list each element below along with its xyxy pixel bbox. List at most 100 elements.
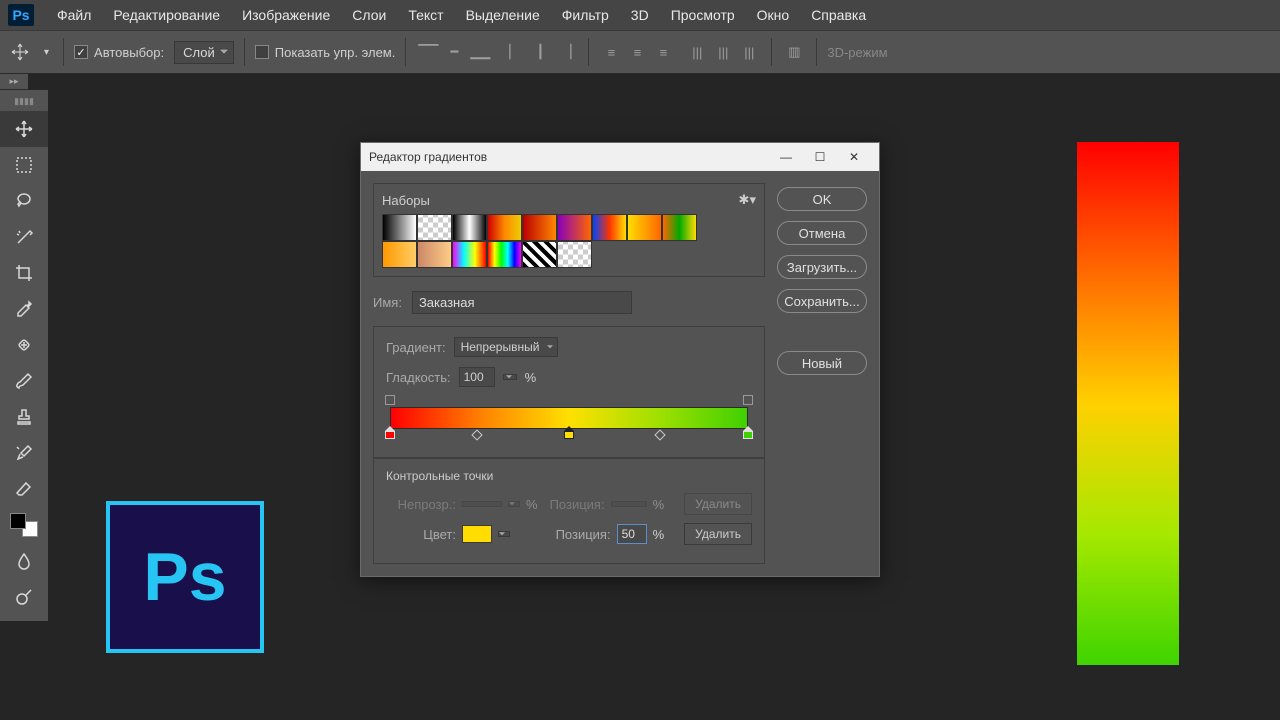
show-controls-checkbox[interactable]: Показать упр. элем. bbox=[255, 45, 396, 60]
smoothness-dropdown[interactable] bbox=[503, 374, 517, 380]
blur-tool[interactable] bbox=[0, 543, 48, 579]
mode-3d-label[interactable]: 3D-режим bbox=[827, 45, 887, 60]
opacity-input bbox=[462, 501, 502, 507]
fg-bg-swatch[interactable] bbox=[0, 507, 48, 543]
distribute-top-icon[interactable]: ≡ bbox=[599, 41, 623, 63]
marquee-tool[interactable] bbox=[0, 147, 48, 183]
menu-filter[interactable]: Фильтр bbox=[551, 1, 620, 29]
midpoint-1[interactable] bbox=[655, 429, 666, 440]
preset-swatch-4[interactable] bbox=[522, 214, 557, 241]
presets-menu-icon[interactable]: ✱▾ bbox=[739, 192, 756, 208]
expand-panels[interactable]: ▸▸ bbox=[0, 74, 28, 90]
crop-tool[interactable] bbox=[0, 255, 48, 291]
align-vcenter-icon[interactable]: ━ bbox=[442, 41, 466, 63]
opacity-position-input bbox=[611, 501, 647, 507]
tool-preset-dropdown[interactable]: ▾ bbox=[40, 47, 53, 58]
menu-image[interactable]: Изображение bbox=[231, 1, 341, 29]
distribute-hcenter-icon[interactable]: ||| bbox=[711, 41, 735, 63]
preset-swatch-0[interactable] bbox=[382, 214, 417, 241]
menu-edit[interactable]: Редактирование bbox=[102, 1, 231, 29]
menu-select[interactable]: Выделение bbox=[455, 1, 551, 29]
minimize-button[interactable]: — bbox=[769, 143, 803, 171]
close-button[interactable]: ✕ bbox=[837, 143, 871, 171]
align-right-icon[interactable]: ▕ bbox=[554, 41, 578, 63]
cancel-button[interactable]: Отмена bbox=[777, 221, 867, 245]
dodge-tool[interactable] bbox=[0, 579, 48, 615]
stamp-tool[interactable] bbox=[0, 399, 48, 435]
gradient-bar[interactable] bbox=[386, 397, 752, 447]
menu-3d[interactable]: 3D bbox=[620, 1, 660, 29]
opacity-stop-end[interactable] bbox=[743, 395, 753, 405]
preset-swatch-5[interactable] bbox=[557, 214, 592, 241]
gradient-editor-dialog: Редактор градиентов — ☐ ✕ Наборы ✱▾ Имя:… bbox=[360, 142, 880, 577]
preset-swatch-1[interactable] bbox=[417, 214, 452, 241]
color-dropdown[interactable] bbox=[498, 531, 510, 537]
distribute-left-icon[interactable]: ||| bbox=[685, 41, 709, 63]
preset-swatch-11[interactable] bbox=[452, 241, 487, 268]
opacity-stop-start[interactable] bbox=[385, 395, 395, 405]
color-stop-2[interactable] bbox=[743, 431, 753, 443]
align-bottom-icon[interactable]: ▁▁ bbox=[468, 41, 492, 63]
preset-swatch-9[interactable] bbox=[382, 241, 417, 268]
color-swatch[interactable] bbox=[462, 525, 492, 543]
lasso-tool[interactable] bbox=[0, 183, 48, 219]
menu-view[interactable]: Просмотр bbox=[660, 1, 746, 29]
distribute-group-2: ||| ||| ||| bbox=[685, 41, 761, 63]
move-icon bbox=[10, 42, 30, 62]
save-button[interactable]: Сохранить... bbox=[777, 289, 867, 313]
preset-swatch-8[interactable] bbox=[662, 214, 697, 241]
preset-swatches bbox=[382, 214, 697, 268]
distribute-bottom-icon[interactable]: ≡ bbox=[651, 41, 675, 63]
name-label: Имя: bbox=[373, 295, 402, 310]
preset-swatch-3[interactable] bbox=[487, 214, 522, 241]
menubar: Ps Файл Редактирование Изображение Слои … bbox=[0, 0, 1280, 30]
auto-align-icon[interactable]: ▥ bbox=[782, 41, 806, 63]
load-button[interactable]: Загрузить... bbox=[777, 255, 867, 279]
preset-swatch-12[interactable] bbox=[487, 241, 522, 268]
distribute-vcenter-icon[interactable]: ≡ bbox=[625, 41, 649, 63]
maximize-button[interactable]: ☐ bbox=[803, 143, 837, 171]
preset-swatch-14[interactable] bbox=[557, 241, 592, 268]
menu-window[interactable]: Окно bbox=[746, 1, 801, 29]
presets-label: Наборы bbox=[382, 193, 430, 208]
gradient-type-label: Градиент: bbox=[386, 340, 446, 355]
gradient-type-select[interactable]: Непрерывный bbox=[454, 337, 559, 357]
midpoint-0[interactable] bbox=[472, 429, 483, 440]
preset-swatch-10[interactable] bbox=[417, 241, 452, 268]
preset-swatch-7[interactable] bbox=[627, 214, 662, 241]
distribute-right-icon[interactable]: ||| bbox=[737, 41, 761, 63]
move-tool[interactable] bbox=[0, 111, 48, 147]
dialog-title: Редактор градиентов bbox=[369, 150, 769, 164]
new-button[interactable]: Новый bbox=[777, 351, 867, 375]
gradient-name-input[interactable] bbox=[412, 291, 632, 314]
color-stop-1[interactable] bbox=[564, 431, 574, 443]
ok-button[interactable]: OK bbox=[777, 187, 867, 211]
preset-swatch-6[interactable] bbox=[592, 214, 627, 241]
autoselect-checkbox[interactable]: Автовыбор: bbox=[74, 45, 164, 60]
presets-panel: Наборы ✱▾ bbox=[373, 183, 765, 277]
align-hcenter-icon[interactable]: ┃ bbox=[528, 41, 552, 63]
align-top-icon[interactable]: ▔▔ bbox=[416, 41, 440, 63]
menu-file[interactable]: Файл bbox=[46, 1, 102, 29]
menu-help[interactable]: Справка bbox=[800, 1, 877, 29]
delete-color-stop[interactable]: Удалить bbox=[684, 523, 752, 545]
toolbox: ▮▮▮▮ bbox=[0, 90, 48, 621]
autoselect-target[interactable]: Слой bbox=[174, 41, 234, 64]
wand-tool[interactable] bbox=[0, 219, 48, 255]
heal-tool[interactable] bbox=[0, 327, 48, 363]
eraser-tool[interactable] bbox=[0, 471, 48, 507]
preset-swatch-2[interactable] bbox=[452, 214, 487, 241]
color-stop-0[interactable] bbox=[385, 431, 395, 443]
preset-swatch-13[interactable] bbox=[522, 241, 557, 268]
menu-layers[interactable]: Слои bbox=[341, 1, 397, 29]
eyedropper-tool[interactable] bbox=[0, 291, 48, 327]
dialog-titlebar[interactable]: Редактор градиентов — ☐ ✕ bbox=[361, 143, 879, 171]
smoothness-input[interactable]: 100 bbox=[459, 367, 495, 387]
align-left-icon[interactable]: ▏ bbox=[502, 41, 526, 63]
canvas-gradient-preview bbox=[1077, 142, 1179, 665]
brush-tool[interactable] bbox=[0, 363, 48, 399]
color-position-input[interactable] bbox=[617, 524, 647, 544]
history-brush-tool[interactable] bbox=[0, 435, 48, 471]
menu-text[interactable]: Текст bbox=[397, 1, 454, 29]
distribute-group-1: ≡ ≡ ≡ bbox=[599, 41, 675, 63]
